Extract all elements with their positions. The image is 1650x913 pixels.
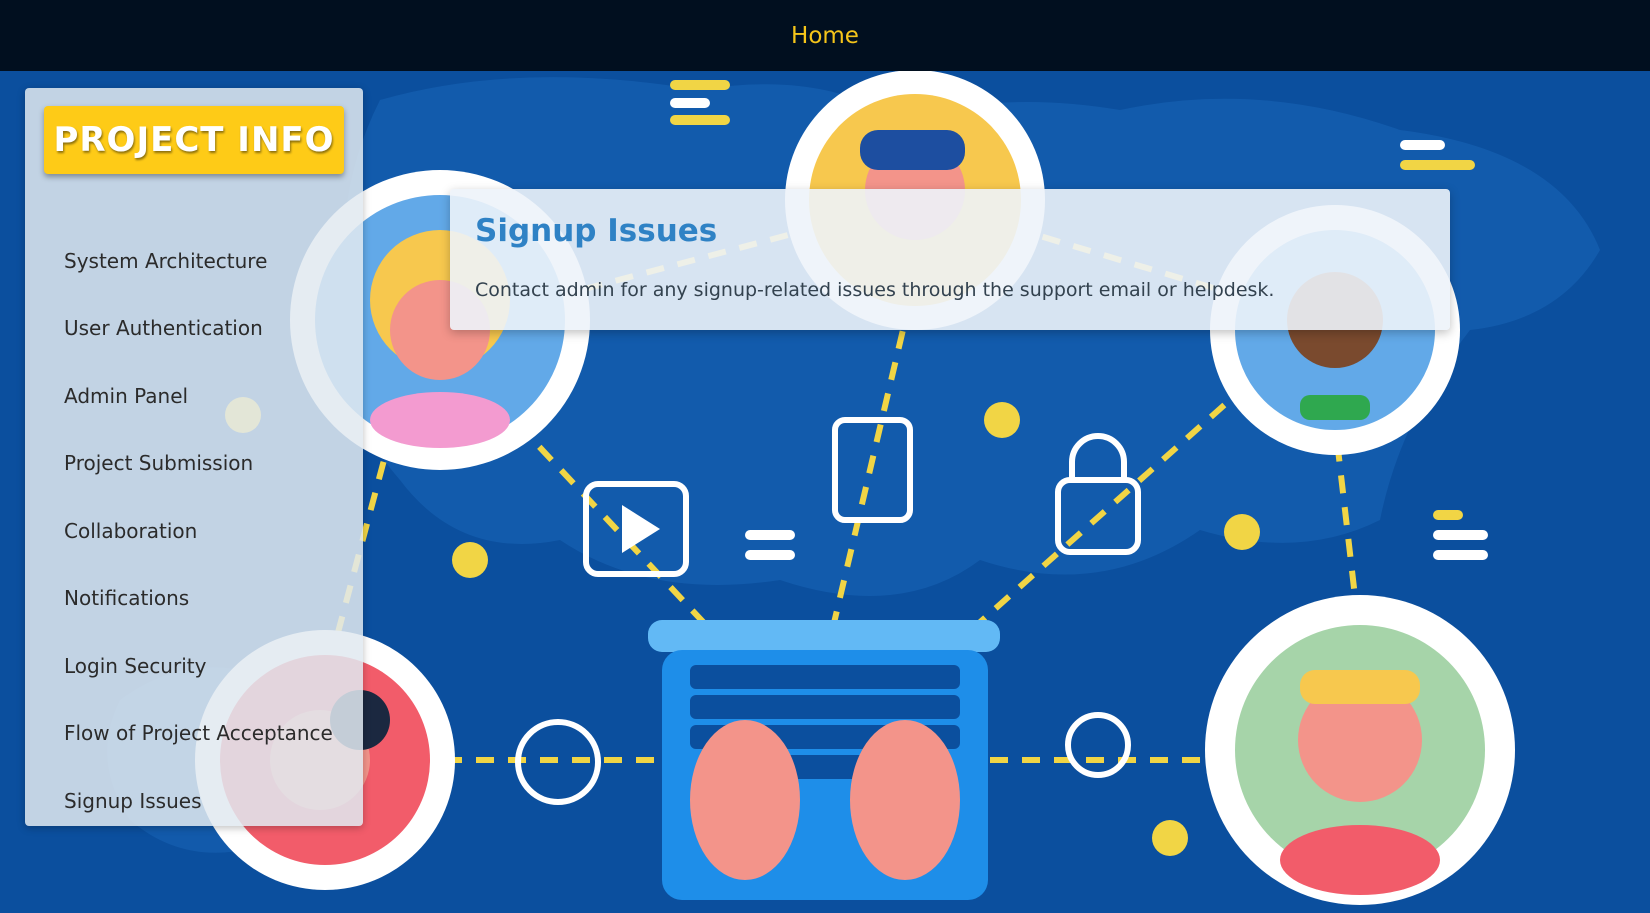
section-description: Contact admin for any signup-related iss… — [475, 279, 1275, 301]
sidebar-item-system-architecture[interactable]: System Architecture — [64, 241, 267, 281]
project-info-logo: PROJECT INFO — [44, 106, 344, 174]
sidebar-item-admin-panel[interactable]: Admin Panel — [64, 376, 188, 416]
sidebar-item-user-authentication[interactable]: User Authentication — [64, 308, 263, 348]
section-title: Signup Issues — [475, 213, 718, 249]
sidebar-item-notifications[interactable]: Notifications — [64, 578, 189, 618]
sidebar-item-signup-issues[interactable]: Signup Issues — [64, 781, 202, 821]
home-link[interactable]: Home — [791, 23, 859, 49]
sidebar: PROJECT INFO System Architecture User Au… — [25, 88, 363, 826]
sidebar-item-collaboration[interactable]: Collaboration — [64, 511, 197, 551]
top-navbar: Home — [0, 0, 1650, 71]
sidebar-item-flow-of-project-acceptance[interactable]: Flow of Project Acceptance — [64, 713, 333, 753]
sidebar-item-login-security[interactable]: Login Security — [64, 646, 206, 686]
sidebar-item-project-submission[interactable]: Project Submission — [64, 443, 253, 483]
content-card: Signup Issues Contact admin for any sign… — [450, 189, 1450, 330]
brand-text: PROJECT INFO — [53, 120, 335, 160]
